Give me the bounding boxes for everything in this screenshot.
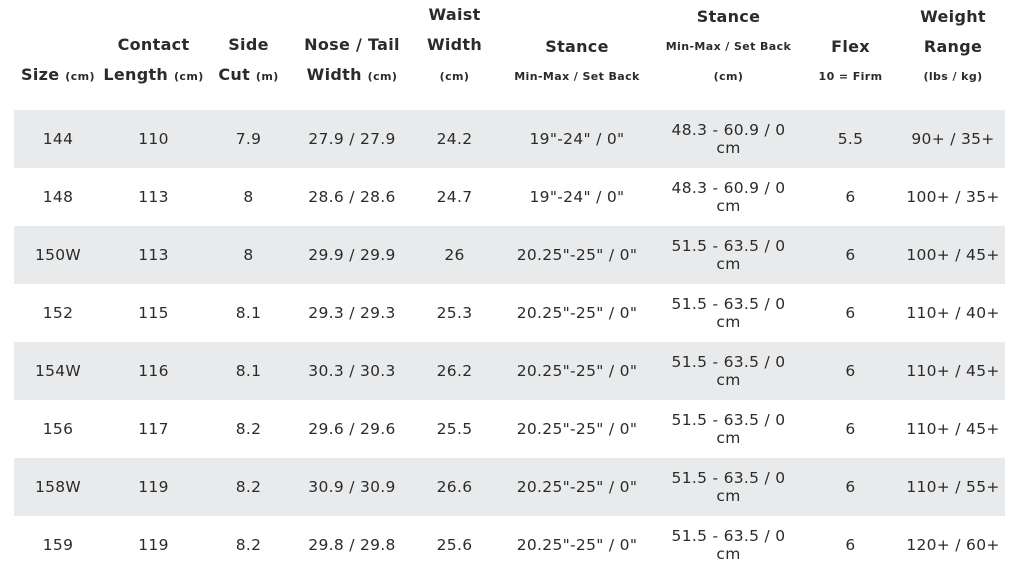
table-row: 154W 116 8.1 30.3 / 30.3 26.2 20.25"-25"…	[14, 342, 1005, 400]
header-stance-cm: Stance Min-Max / Set Back (cm)	[665, 7, 792, 83]
table-row: 152 115 8.1 29.3 / 29.3 25.3 20.25"-25" …	[14, 284, 1005, 342]
cell-waist-width: 24.2	[436, 130, 473, 148]
cell-contact-length: 119	[138, 478, 169, 496]
cell-nose-tail-width: 27.9 / 27.9	[308, 130, 396, 148]
spec-table: Size (cm) Contact Length (cm) Side Cut (…	[14, 0, 1005, 574]
cell-stance-cm: 51.5 - 63.5 / 0 cm	[671, 469, 786, 505]
cell-size: 159	[42, 536, 74, 554]
table-row: 158W 119 8.2 30.9 / 30.9 26.6 20.25"-25"…	[14, 458, 1005, 516]
cell-contact-length: 115	[138, 304, 169, 322]
header-flex: Flex 10 = Firm	[818, 37, 883, 83]
cell-stance-cm: 48.3 - 60.9 / 0 cm	[671, 121, 786, 157]
cell-waist-width: 24.7	[436, 188, 473, 206]
cell-flex: 6	[845, 188, 856, 206]
cell-stance-cm: 51.5 - 63.5 / 0 cm	[671, 411, 786, 447]
cell-waist-width: 26.2	[436, 362, 473, 380]
cell-side-cut: 8.2	[235, 478, 262, 496]
cell-contact-length: 113	[138, 246, 169, 264]
cell-waist-width: 25.6	[436, 536, 473, 554]
cell-nose-tail-width: 30.3 / 30.3	[308, 362, 396, 380]
cell-weight-range: 110+ / 55+	[906, 478, 1000, 496]
table-header: Size (cm) Contact Length (cm) Side Cut (…	[14, 0, 1005, 110]
cell-nose-tail-width: 29.9 / 29.9	[308, 246, 396, 264]
cell-contact-length: 113	[138, 188, 169, 206]
cell-nose-tail-width: 30.9 / 30.9	[308, 478, 396, 496]
cell-flex: 6	[845, 362, 856, 380]
cell-stance-inches: 20.25"-25" / 0"	[516, 420, 638, 438]
cell-waist-width: 25.3	[436, 304, 473, 322]
cell-contact-length: 110	[138, 130, 169, 148]
cell-flex: 6	[845, 304, 856, 322]
cell-stance-inches: 20.25"-25" / 0"	[516, 536, 638, 554]
header-nose-tail-width: Nose / Tail Width (cm)	[304, 35, 400, 84]
table-row: 144 110 7.9 27.9 / 27.9 24.2 19"-24" / 0…	[14, 110, 1005, 168]
cell-flex: 5.5	[837, 130, 864, 148]
cell-weight-range: 100+ / 45+	[906, 246, 1000, 264]
header-weight-range: Weight Range (lbs / kg)	[920, 7, 986, 83]
cell-weight-range: 110+ / 45+	[906, 420, 1000, 438]
cell-nose-tail-width: 29.8 / 29.8	[308, 536, 396, 554]
cell-size: 152	[42, 304, 74, 322]
cell-stance-inches: 20.25"-25" / 0"	[516, 362, 638, 380]
cell-stance-inches: 20.25"-25" / 0"	[516, 304, 638, 322]
table-body: 144 110 7.9 27.9 / 27.9 24.2 19"-24" / 0…	[14, 110, 1005, 574]
table-row: 150W 113 8 29.9 / 29.9 26 20.25"-25" / 0…	[14, 226, 1005, 284]
cell-waist-width: 26	[444, 246, 465, 264]
cell-nose-tail-width: 29.6 / 29.6	[308, 420, 396, 438]
cell-weight-range: 100+ / 35+	[906, 188, 1000, 206]
cell-weight-range: 110+ / 40+	[906, 304, 1000, 322]
header-contact-length: Contact Length (cm)	[103, 35, 204, 84]
header-waist-width: Waist Width (cm)	[426, 5, 483, 83]
header-side-cut: Side Cut (m)	[218, 35, 279, 84]
cell-side-cut: 8.1	[235, 304, 262, 322]
header-size: Size (cm)	[21, 65, 95, 84]
cell-flex: 6	[845, 420, 856, 438]
cell-size: 144	[42, 130, 74, 148]
cell-stance-inches: 19"-24" / 0"	[529, 130, 625, 148]
cell-flex: 6	[845, 536, 856, 554]
cell-stance-inches: 20.25"-25" / 0"	[516, 246, 638, 264]
cell-size: 150W	[34, 246, 82, 264]
cell-side-cut: 8	[243, 188, 254, 206]
table-row: 148 113 8 28.6 / 28.6 24.7 19"-24" / 0" …	[14, 168, 1005, 226]
cell-nose-tail-width: 29.3 / 29.3	[308, 304, 396, 322]
cell-stance-cm: 51.5 - 63.5 / 0 cm	[671, 295, 786, 331]
cell-weight-range: 90+ / 35+	[911, 130, 995, 148]
table-row: 159 119 8.2 29.8 / 29.8 25.6 20.25"-25" …	[14, 516, 1005, 574]
cell-side-cut: 8.2	[235, 420, 262, 438]
cell-size: 148	[42, 188, 74, 206]
cell-size: 156	[42, 420, 74, 438]
cell-weight-range: 110+ / 45+	[906, 362, 1000, 380]
cell-side-cut: 7.9	[235, 130, 262, 148]
cell-side-cut: 8.1	[235, 362, 262, 380]
header-stance-inches: Stance Min-Max / Set Back	[514, 37, 640, 83]
cell-flex: 6	[845, 246, 856, 264]
cell-side-cut: 8.2	[235, 536, 262, 554]
cell-size: 154W	[34, 362, 82, 380]
table-row: 156 117 8.2 29.6 / 29.6 25.5 20.25"-25" …	[14, 400, 1005, 458]
cell-flex: 6	[845, 478, 856, 496]
cell-size: 158W	[34, 478, 82, 496]
cell-side-cut: 8	[243, 246, 254, 264]
cell-stance-cm: 51.5 - 63.5 / 0 cm	[671, 353, 786, 389]
cell-contact-length: 119	[138, 536, 169, 554]
cell-nose-tail-width: 28.6 / 28.6	[308, 188, 396, 206]
cell-waist-width: 26.6	[436, 478, 473, 496]
cell-stance-cm: 51.5 - 63.5 / 0 cm	[671, 237, 786, 273]
cell-stance-inches: 20.25"-25" / 0"	[516, 478, 638, 496]
cell-stance-cm: 48.3 - 60.9 / 0 cm	[671, 179, 786, 215]
cell-stance-cm: 51.5 - 63.5 / 0 cm	[671, 527, 786, 563]
size-chart: Size (cm) Contact Length (cm) Side Cut (…	[0, 0, 1024, 581]
cell-contact-length: 117	[138, 420, 169, 438]
cell-contact-length: 116	[138, 362, 169, 380]
cell-stance-inches: 19"-24" / 0"	[529, 188, 625, 206]
cell-weight-range: 120+ / 60+	[906, 536, 1000, 554]
cell-waist-width: 25.5	[436, 420, 473, 438]
